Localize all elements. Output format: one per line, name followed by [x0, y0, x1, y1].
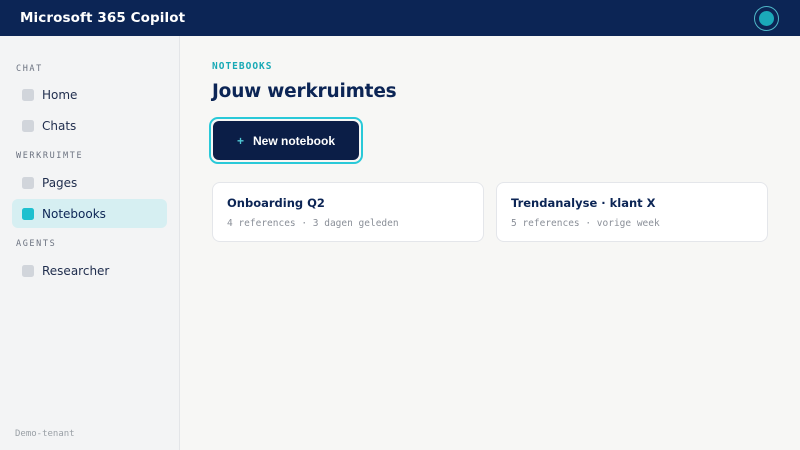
sidebar: CHAT Home Chats WERKRUIMTE Pages Noteboo… — [0, 36, 180, 450]
square-icon — [22, 264, 34, 277]
avatar[interactable] — [754, 6, 779, 31]
top-bar: Microsoft 365 Copilot — [0, 0, 800, 36]
notebook-card-title: Onboarding Q2 — [227, 196, 325, 210]
sidebar-item-label: Notebooks — [42, 206, 106, 221]
square-icon — [22, 176, 34, 189]
square-icon — [22, 88, 34, 101]
new-notebook-button[interactable]: + New notebook — [209, 117, 363, 164]
sidebar-item-label: Researcher — [42, 263, 110, 278]
new-notebook-label: New notebook — [253, 133, 336, 148]
avatar-icon — [759, 11, 774, 26]
sidebar-section-agents: AGENTS — [16, 239, 57, 249]
sidebar-item-notebooks[interactable]: Notebooks — [12, 199, 167, 228]
app-title: Microsoft 365 Copilot — [20, 10, 186, 26]
notebook-card[interactable]: Trendanalyse · klant X 5 references · vo… — [496, 182, 768, 242]
sidebar-item-researcher[interactable]: Researcher — [12, 256, 167, 285]
sidebar-item-label: Home — [42, 87, 78, 102]
new-notebook-button-body: + New notebook — [213, 121, 359, 160]
sidebar-section-chat: CHAT — [16, 64, 43, 74]
main-content: NOTEBOOKS Jouw werkruimtes + New noteboo… — [180, 36, 800, 450]
sidebar-item-label: Chats — [42, 118, 77, 133]
notebook-card-meta: 4 references · 3 dagen geleden — [227, 218, 399, 229]
notebook-card-meta: 5 references · vorige week — [511, 218, 660, 229]
sidebar-item-pages[interactable]: Pages — [12, 168, 167, 197]
notebook-card-title: Trendanalyse · klant X — [511, 196, 656, 210]
sidebar-item-home[interactable]: Home — [12, 80, 167, 109]
page-eyebrow: NOTEBOOKS — [212, 61, 273, 72]
sidebar-section-werkruimte: WERKRUIMTE — [16, 151, 84, 161]
tenant-label: Demo-tenant — [15, 429, 75, 439]
square-icon — [22, 119, 34, 132]
square-icon — [22, 207, 34, 220]
sidebar-item-label: Pages — [42, 175, 78, 190]
page-title: Jouw werkruimtes — [212, 81, 397, 102]
sidebar-item-chats[interactable]: Chats — [12, 111, 167, 140]
plus-icon: + — [236, 133, 244, 148]
notebook-card[interactable]: Onboarding Q2 4 references · 3 dagen gel… — [212, 182, 484, 242]
